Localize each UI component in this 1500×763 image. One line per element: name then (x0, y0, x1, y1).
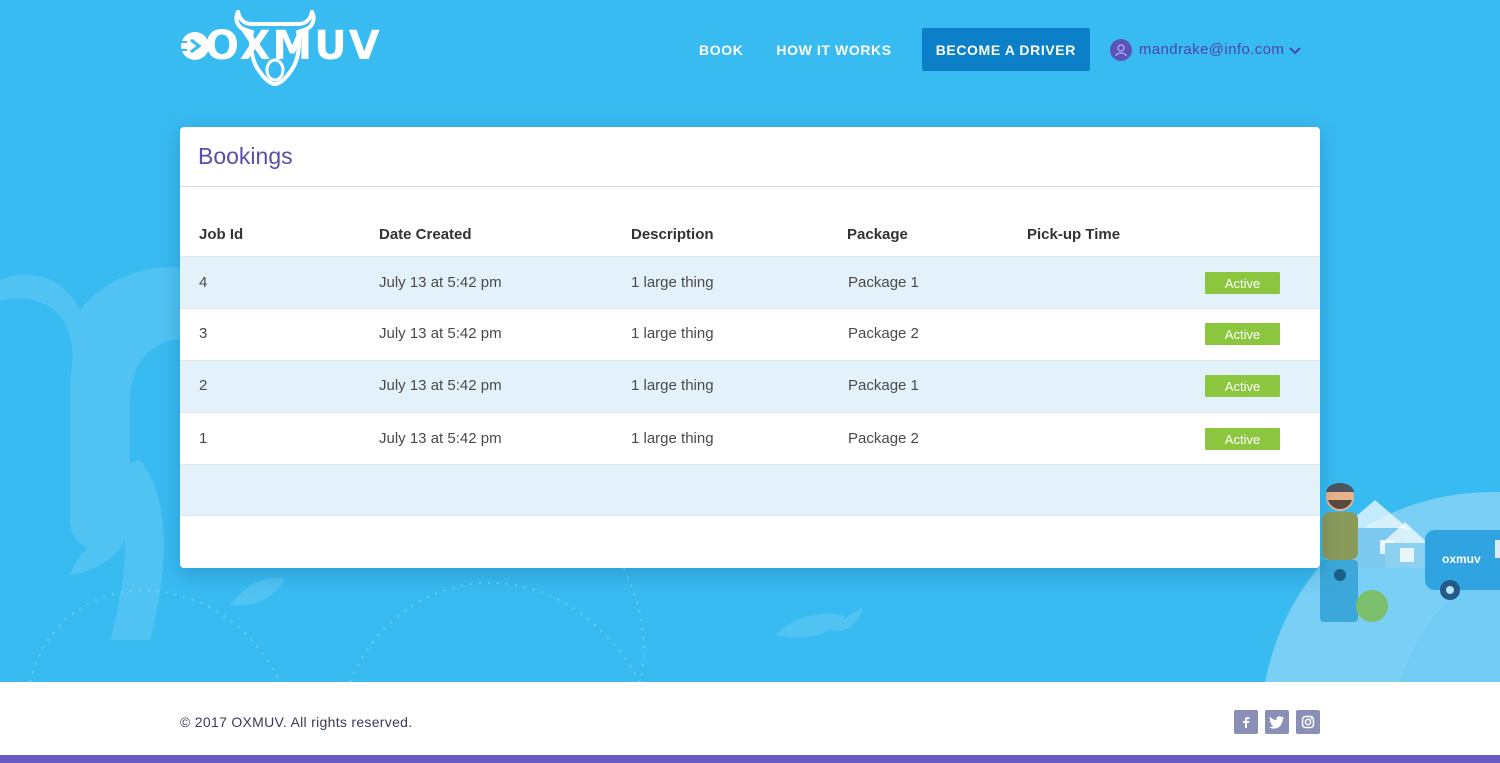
nav-how-it-works-link[interactable]: HOW IT WORKS (776, 42, 891, 58)
cell-job-id: 2 (199, 377, 208, 394)
user-email: mandrake@info.com (1138, 41, 1285, 58)
copyright-text: © 2017 OXMUV. All rights reserved. (180, 714, 413, 730)
logo-text: OXMUV (205, 23, 382, 69)
status-badge: Active (1205, 375, 1280, 397)
table-row[interactable]: 3 July 13 at 5:42 pm 1 large thing Packa… (180, 308, 1320, 360)
cell-date: July 13 at 5:42 pm (379, 325, 502, 342)
table-header: Job Id Date Created Description Package … (180, 187, 1320, 256)
hero-section: oxmuv OXMUV BOOK HOW IT WORKS BECOME A D… (0, 0, 1500, 682)
main-nav: BOOK HOW IT WORKS BECOME A DRIVER mandra… (680, 28, 1302, 71)
bottom-bar (0, 755, 1500, 763)
twitter-icon[interactable] (1265, 710, 1289, 734)
cell-description: 1 large thing (631, 430, 714, 447)
cell-date: July 13 at 5:42 pm (379, 377, 502, 394)
column-date-created: Date Created (379, 226, 472, 243)
cell-package: Package 1 (848, 377, 919, 394)
column-description: Description (631, 226, 714, 243)
cell-description: 1 large thing (631, 325, 714, 342)
user-icon (1109, 38, 1132, 61)
cell-date: July 13 at 5:42 pm (379, 274, 502, 291)
instagram-icon[interactable] (1296, 710, 1320, 734)
cell-job-id: 1 (199, 430, 208, 447)
cell-job-id: 3 (199, 325, 208, 342)
facebook-icon[interactable] (1234, 710, 1258, 734)
cell-description: 1 large thing (631, 274, 714, 291)
table-row[interactable]: 2 July 13 at 5:42 pm 1 large thing Packa… (180, 360, 1320, 412)
column-package: Package (847, 226, 908, 243)
cell-job-id: 4 (199, 274, 208, 291)
chevron-down-icon (1289, 45, 1302, 55)
cell-package: Package 2 (848, 430, 919, 447)
status-badge: Active (1205, 272, 1280, 294)
svg-text:oxmuv: oxmuv (1442, 552, 1481, 566)
cell-package: Package 2 (848, 325, 919, 342)
empty-row (180, 464, 1320, 516)
cell-package: Package 1 (848, 274, 919, 291)
status-badge: Active (1205, 323, 1280, 345)
user-menu[interactable]: mandrake@info.com (1109, 38, 1302, 61)
table-row[interactable]: 4 July 13 at 5:42 pm 1 large thing Packa… (180, 256, 1320, 308)
column-job-id: Job Id (199, 226, 244, 243)
footer: © 2017 OXMUV. All rights reserved. (0, 682, 1500, 755)
table-row[interactable]: 1 July 13 at 5:42 pm 1 large thing Packa… (180, 412, 1320, 464)
cell-date: July 13 at 5:42 pm (379, 430, 502, 447)
cell-description: 1 large thing (631, 377, 714, 394)
nav-book-link[interactable]: BOOK (699, 42, 743, 58)
become-driver-button[interactable]: BECOME A DRIVER (921, 28, 1090, 71)
bookings-title: Bookings (180, 127, 1320, 187)
bookings-card: Bookings Job Id Date Created Description… (180, 127, 1320, 568)
status-badge: Active (1205, 428, 1280, 450)
column-pickup-time: Pick-up Time (1027, 226, 1121, 243)
